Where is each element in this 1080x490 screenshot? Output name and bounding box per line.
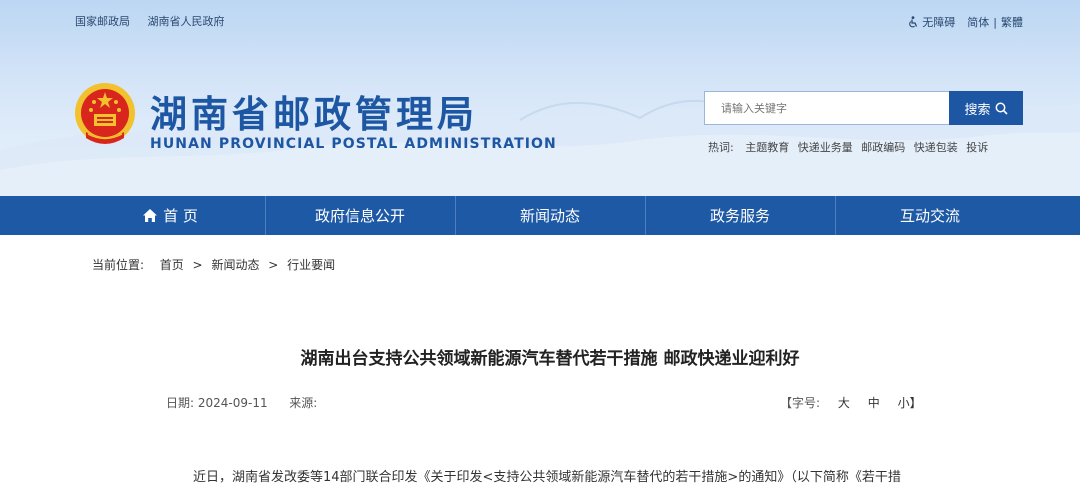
- hot-word-express-packaging[interactable]: 快递包装: [914, 141, 958, 154]
- nav-item-home[interactable]: 首 页: [75, 196, 265, 235]
- accessibility-icon: [909, 16, 918, 28]
- breadcrumb-news[interactable]: 新闻动态: [211, 258, 259, 272]
- main-nav: 首 页 政府信息公开 新闻动态 政务服务 互动交流: [0, 196, 1080, 235]
- site-title: 湖南省邮政管理局: [150, 93, 478, 136]
- font-size-controls: 【字号: 大 中 小】: [780, 394, 922, 411]
- breadcrumb-separator: >: [192, 258, 203, 272]
- nav-item-interaction[interactable]: 互动交流: [835, 196, 1025, 235]
- hot-word-postal-code[interactable]: 邮政编码: [861, 141, 905, 154]
- national-emblem[interactable]: [72, 80, 138, 150]
- article-date: 2024-09-11: [197, 396, 268, 410]
- nav-item-gov-services[interactable]: 政务服务: [645, 196, 835, 235]
- hot-word-theme-education[interactable]: 主题教育: [745, 141, 789, 154]
- lang-separator: |: [993, 15, 997, 29]
- simplified-chinese-link[interactable]: 简体: [967, 14, 989, 30]
- top-links: 国家邮政局 湖南省人民政府: [75, 13, 239, 29]
- hot-word-complaint[interactable]: 投诉: [966, 141, 988, 154]
- breadcrumb-label: 当前位置:: [92, 258, 145, 272]
- breadcrumb-separator: >: [268, 258, 279, 272]
- source-label: 来源:: [289, 396, 318, 410]
- breadcrumb: 当前位置: 首页 > 新闻动态 > 行业要闻: [92, 256, 335, 273]
- search-icon: [995, 102, 1008, 115]
- nav-item-gov-info-label: 政府信息公开: [314, 207, 405, 225]
- article-meta: 日期: 2024-09-11 来源:: [166, 394, 317, 411]
- font-size-label: 【字号:: [780, 396, 821, 410]
- nav-item-home-label: 首 页: [163, 207, 198, 225]
- top-link-hunan-government[interactable]: 湖南省人民政府: [148, 15, 225, 28]
- traditional-chinese-link[interactable]: 繁體: [1001, 14, 1023, 30]
- nav-item-gov-services-label: 政务服务: [709, 207, 770, 225]
- nav-item-gov-info[interactable]: 政府信息公开: [265, 196, 455, 235]
- font-size-small[interactable]: 小】: [898, 396, 922, 410]
- accessibility-link[interactable]: 无障碍: [922, 14, 955, 30]
- font-size-medium[interactable]: 中: [868, 396, 880, 410]
- nav-item-news-label: 新闻动态: [519, 207, 580, 225]
- top-right-tools: 无障碍 简体 | 繁體: [907, 14, 1023, 30]
- article-title: 湖南出台支持公共领域新能源汽车替代若干措施 邮政快递业迎利好: [300, 349, 800, 369]
- hot-words-label: 热词:: [708, 141, 734, 154]
- hot-words: 热词: 主题教育 快递业务量 邮政编码 快递包装 投诉: [708, 139, 993, 155]
- date-label: 日期:: [166, 396, 195, 410]
- nav-item-news[interactable]: 新闻动态: [455, 196, 645, 235]
- search-button[interactable]: 搜索: [949, 91, 1023, 125]
- search-input[interactable]: [704, 91, 950, 125]
- hot-word-express-volume[interactable]: 快递业务量: [798, 141, 853, 154]
- article-body-paragraph: 近日，湖南省发改委等14部门联合印发《关于印发<支持公共领域新能源汽车替代的若干…: [193, 470, 901, 485]
- top-link-state-post-bureau[interactable]: 国家邮政局: [75, 15, 130, 28]
- search-button-label: 搜索: [964, 102, 991, 118]
- site-subtitle: HUNAN PROVINCIAL POSTAL ADMINISTRATION: [150, 136, 557, 152]
- breadcrumb-industry-news[interactable]: 行业要闻: [287, 258, 335, 272]
- nav-item-interaction-label: 互动交流: [899, 207, 960, 225]
- breadcrumb-home[interactable]: 首页: [160, 258, 184, 272]
- font-size-large[interactable]: 大: [838, 396, 850, 410]
- home-icon: [143, 209, 158, 222]
- site-header: 国家邮政局 湖南省人民政府 无障碍 简体 | 繁體 湖南省邮政管理局 HUNAN…: [0, 0, 1080, 196]
